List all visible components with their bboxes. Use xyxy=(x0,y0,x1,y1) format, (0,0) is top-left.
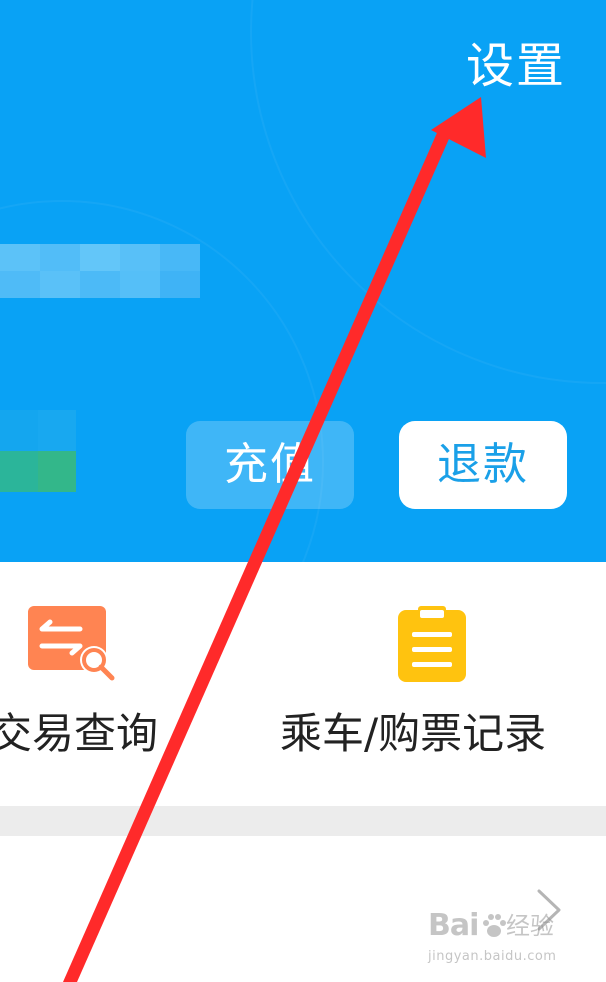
section-divider xyxy=(0,806,606,836)
clipboard-icon xyxy=(398,606,466,682)
paw-icon xyxy=(483,914,506,937)
shortcut-ride-ticket-records[interactable]: 乘车/购票记录 xyxy=(270,562,606,806)
watermark-logo: Bai xyxy=(428,908,479,943)
settings-button[interactable]: 设置 xyxy=(466,36,566,96)
refund-button[interactable]: 退款 xyxy=(399,421,567,509)
shortcut-grid: 交易查询 乘车/购票记录 xyxy=(0,562,606,806)
watermark-suffix: 经验 xyxy=(506,912,554,940)
shortcut-transaction-query[interactable]: 交易查询 xyxy=(0,562,240,806)
masked-balance xyxy=(0,410,76,492)
shortcut-label: 乘车/购票记录 xyxy=(280,709,547,758)
header-panel: 设置 充值 退款 xyxy=(0,0,606,562)
watermark-url: jingyan.baidu.com xyxy=(428,949,557,964)
transaction-search-icon xyxy=(28,606,115,681)
shortcut-label: 交易查询 xyxy=(0,709,159,758)
baidu-jingyan-watermark: Bai 经验 jingyan.baidu.com xyxy=(428,908,578,978)
masked-card-info xyxy=(0,244,200,298)
recharge-button[interactable]: 充值 xyxy=(186,421,354,509)
